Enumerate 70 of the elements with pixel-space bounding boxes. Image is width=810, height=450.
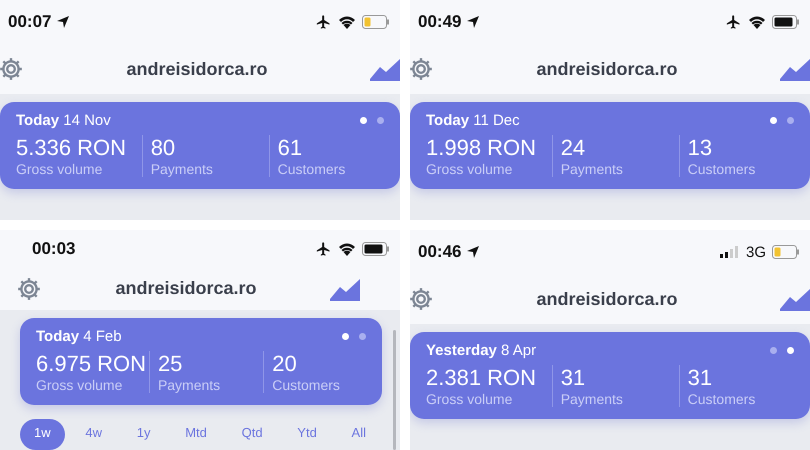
site-title: andreisidorca.ro xyxy=(535,288,679,310)
metric-value: 61 xyxy=(278,135,304,161)
settings-icon[interactable] xyxy=(410,286,434,312)
chart-icon[interactable] xyxy=(780,57,810,81)
metric-label: Payments xyxy=(150,161,214,177)
card-date: Today 14 Nov xyxy=(16,112,111,129)
chart-icon[interactable] xyxy=(370,57,400,81)
airplane-icon xyxy=(725,14,742,30)
metric-label: Payments xyxy=(560,161,624,177)
chart-icon[interactable] xyxy=(780,287,810,311)
wifi-icon xyxy=(338,242,356,256)
settings-icon[interactable] xyxy=(0,56,24,82)
range-tab[interactable]: All xyxy=(338,419,380,450)
range-tab[interactable]: 1y xyxy=(122,419,164,450)
status-time: 00:49 xyxy=(418,12,462,32)
metric-label: Customers xyxy=(278,161,346,177)
status-time: 00:03 xyxy=(32,238,76,259)
page-dot[interactable] xyxy=(359,333,366,340)
metric-label: Customers xyxy=(688,391,756,407)
status-time: 00:07 xyxy=(8,12,52,32)
card-date: Yesterday 8 Apr xyxy=(426,342,536,359)
status-time: 00:46 xyxy=(418,242,462,262)
range-tab[interactable]: Mtd xyxy=(171,419,221,450)
settings-icon[interactable] xyxy=(410,56,434,82)
metric-label: Gross volume xyxy=(426,391,514,407)
range-tab[interactable]: Qtd xyxy=(228,419,277,450)
location-arrow-icon xyxy=(57,16,70,28)
metric-value: 20 xyxy=(272,351,298,377)
wifi-icon xyxy=(338,15,356,29)
metric-label: Gross volume xyxy=(16,161,104,177)
metric-value: 1.998 RON xyxy=(426,135,538,161)
network-type: 3G xyxy=(746,244,766,260)
page-dot[interactable] xyxy=(360,117,367,124)
airplane-icon xyxy=(315,14,332,30)
page-dot[interactable] xyxy=(377,117,384,124)
metric-label: Customers xyxy=(272,377,341,393)
site-title: andreisidorca.ro xyxy=(125,58,269,80)
page-dot[interactable] xyxy=(770,347,777,354)
metric-label: Payments xyxy=(158,377,222,393)
card-date: Today 11 Dec xyxy=(426,112,520,129)
airplane-icon xyxy=(315,240,332,257)
location-arrow-icon xyxy=(467,16,480,28)
metric-label: Customers xyxy=(688,161,756,177)
settings-icon[interactable] xyxy=(16,276,42,302)
page-dot[interactable] xyxy=(342,333,349,340)
page-dot[interactable] xyxy=(770,117,777,124)
metric-label: Gross volume xyxy=(36,377,124,393)
card-date: Today 4 Feb xyxy=(36,328,122,345)
range-tab[interactable]: 1w xyxy=(20,419,65,450)
wifi-icon xyxy=(748,15,766,29)
metric-value: 31 xyxy=(560,365,586,391)
metric-value: 31 xyxy=(688,365,714,391)
page-dot[interactable] xyxy=(787,347,794,354)
chart-icon[interactable] xyxy=(330,276,360,301)
signal-icon xyxy=(720,246,740,258)
site-title: andreisidorca.ro xyxy=(114,278,258,300)
page-dot[interactable] xyxy=(787,117,794,124)
site-title: andreisidorca.ro xyxy=(535,58,679,80)
location-arrow-icon xyxy=(467,246,480,258)
range-tab[interactable]: Ytd xyxy=(283,419,331,450)
metric-label: Gross volume xyxy=(426,161,514,177)
metric-value: 13 xyxy=(688,135,714,161)
metric-label: Payments xyxy=(560,391,624,407)
metric-value: 80 xyxy=(150,135,176,161)
range-tab[interactable]: 4w xyxy=(71,419,116,450)
metric-value: 5.336 RON xyxy=(16,135,128,161)
metric-value: 6.975 RON xyxy=(36,351,148,377)
metric-value: 2.381 RON xyxy=(426,365,538,391)
metric-value: 25 xyxy=(158,351,184,377)
metric-value: 24 xyxy=(560,135,586,161)
